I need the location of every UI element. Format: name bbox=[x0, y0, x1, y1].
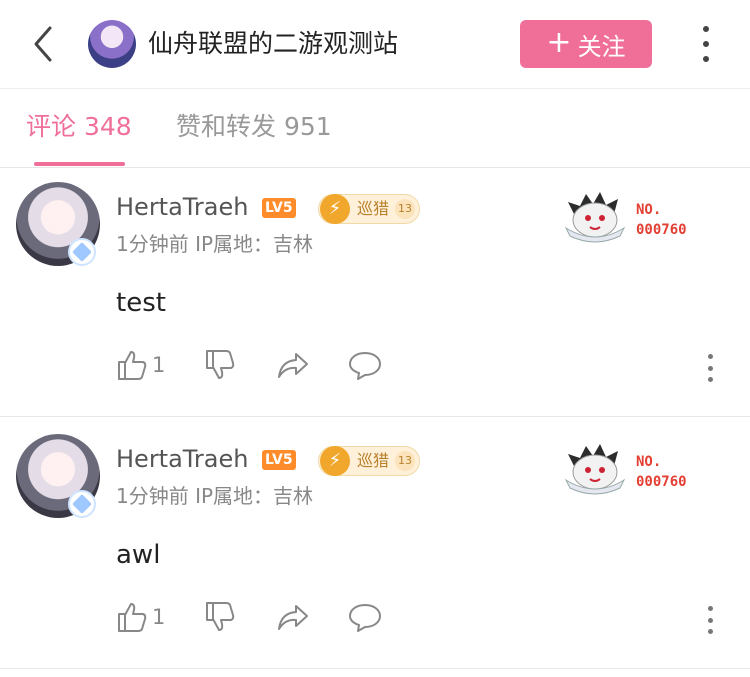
comment-bubble-icon bbox=[349, 604, 381, 632]
comment-bubble-icon bbox=[349, 352, 381, 380]
comment-item: HertaTraeh LV5 ⚡ 巡猎 13 1分钟前 IP属地：吉林 NO. … bbox=[0, 166, 750, 417]
honor-count: 13 bbox=[395, 199, 415, 219]
collection-number: NO. 000760 bbox=[636, 454, 687, 490]
comment-time: 1分钟前 bbox=[116, 484, 189, 508]
dislike-button[interactable] bbox=[204, 348, 236, 384]
comment-text: awl bbox=[116, 540, 161, 570]
username[interactable]: HertaTraeh bbox=[116, 190, 248, 224]
back-button[interactable] bbox=[28, 22, 64, 66]
comment-meta: 1分钟前 IP属地：吉林 bbox=[116, 229, 313, 259]
sticker-image bbox=[564, 192, 626, 243]
channel-avatar[interactable] bbox=[88, 20, 136, 68]
comment-text: test bbox=[116, 288, 166, 318]
comment-actions: 1 bbox=[116, 348, 736, 384]
honor-badge[interactable]: ⚡ 巡猎 13 bbox=[318, 446, 420, 476]
share-button[interactable] bbox=[276, 348, 310, 384]
verified-badge-icon bbox=[68, 490, 96, 518]
sticker-image bbox=[564, 444, 626, 495]
like-button[interactable]: 1 bbox=[116, 348, 165, 384]
lightning-icon: ⚡ bbox=[320, 194, 350, 224]
chevron-left-icon bbox=[34, 26, 52, 62]
comment-actions: 1 bbox=[116, 600, 736, 636]
like-button[interactable]: 1 bbox=[116, 600, 165, 636]
thumbs-up-icon bbox=[118, 351, 147, 380]
lightning-icon: ⚡ bbox=[320, 446, 350, 476]
page-title: 仙舟联盟的二游观测站 bbox=[148, 29, 399, 58]
follow-label: 关注 bbox=[577, 32, 626, 61]
dislike-button[interactable] bbox=[204, 600, 236, 636]
ip-location: IP属地：吉林 bbox=[195, 484, 314, 508]
thumbs-down-icon bbox=[206, 602, 235, 631]
level-badge: LV5 bbox=[262, 450, 296, 470]
honor-name: 巡猎 bbox=[357, 451, 390, 470]
thumbs-up-icon bbox=[118, 603, 147, 632]
tab-likes-reposts[interactable]: 赞和转发 951 bbox=[176, 109, 332, 145]
like-count: 1 bbox=[152, 353, 166, 377]
share-icon bbox=[278, 605, 308, 630]
more-vertical-icon[interactable] bbox=[696, 26, 716, 62]
level-badge: LV5 bbox=[262, 198, 296, 218]
username[interactable]: HertaTraeh bbox=[116, 442, 248, 476]
top-bar: 仙舟联盟的二游观测站 + 关注 bbox=[0, 0, 750, 89]
ip-location: IP属地：吉林 bbox=[195, 232, 314, 256]
collection-number: NO. 000760 bbox=[636, 202, 687, 238]
comment-more-icon[interactable] bbox=[704, 606, 716, 634]
comment-more-icon[interactable] bbox=[704, 354, 716, 382]
honor-badge[interactable]: ⚡ 巡猎 13 bbox=[318, 194, 420, 224]
comment-meta: 1分钟前 IP属地：吉林 bbox=[116, 481, 313, 511]
comment-item: HertaTraeh LV5 ⚡ 巡猎 13 1分钟前 IP属地：吉林 NO. … bbox=[0, 418, 750, 669]
share-button[interactable] bbox=[276, 600, 310, 636]
reply-button[interactable] bbox=[348, 600, 382, 636]
tab-bar: 评论 348 赞和转发 951 bbox=[0, 89, 750, 168]
thumbs-down-icon bbox=[206, 350, 235, 379]
tab-comments[interactable]: 评论 348 bbox=[26, 109, 132, 145]
reply-button[interactable] bbox=[348, 348, 382, 384]
share-icon bbox=[278, 353, 308, 378]
plus-icon: + bbox=[546, 24, 572, 60]
honor-count: 13 bbox=[395, 451, 415, 471]
comment-time: 1分钟前 bbox=[116, 232, 189, 256]
follow-button[interactable]: + 关注 bbox=[520, 20, 652, 68]
like-count: 1 bbox=[152, 605, 166, 629]
honor-name: 巡猎 bbox=[357, 199, 390, 218]
verified-badge-icon bbox=[68, 238, 96, 266]
